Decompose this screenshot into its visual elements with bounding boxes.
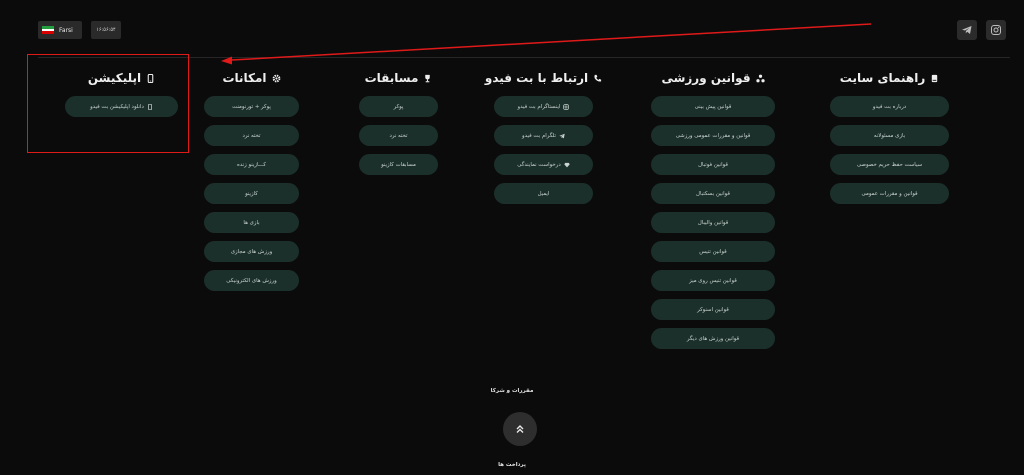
- footer-link[interactable]: بازی ها: [204, 212, 299, 233]
- column-title: قوانین ورزشی: [661, 70, 765, 86]
- instagram-link[interactable]: اینستاگرام بت فیدو: [494, 96, 593, 117]
- phone-icon: [594, 74, 602, 81]
- column-features: امکانات پوکر + تورنومنت تخته نرد کـــازی…: [204, 70, 299, 299]
- footer-link[interactable]: قوانین والیبال: [651, 212, 775, 233]
- iran-flag-icon: [42, 26, 54, 35]
- column-title: امکانات: [222, 70, 280, 86]
- column-title: مسابقات: [365, 70, 433, 86]
- footer-link[interactable]: درباره بت فیدو: [830, 96, 949, 117]
- footer-link[interactable]: پوکر: [359, 96, 438, 117]
- footer-link[interactable]: کازینو: [204, 183, 299, 204]
- footer-link[interactable]: قوانین تنیس روی میز: [651, 270, 775, 291]
- gem-icon: [564, 162, 570, 167]
- footer-link[interactable]: تخته نرد: [204, 125, 299, 146]
- instagram-button[interactable]: [986, 20, 1006, 40]
- column-site-guide: راهنمای سایت درباره بت فیدو بازی مسئولان…: [830, 70, 949, 212]
- top-bar: Farsi ۱۶:۵۶:۵۴: [0, 0, 1024, 60]
- column-title: ارتباط با بت فیدو: [485, 70, 602, 86]
- column-tournaments: مسابقات پوکر تخته نرد مسابقات کازینو: [359, 70, 438, 183]
- column-sports-rules: قوانین ورزشی قوانین پیش بینی قوانین و مق…: [651, 70, 775, 357]
- telegram-icon: [559, 133, 565, 138]
- double-chevron-up-icon: [516, 425, 524, 433]
- column-title: راهنمای سایت: [840, 70, 939, 86]
- telegram-link[interactable]: تلگرام بت فیدو: [494, 125, 593, 146]
- footer-link[interactable]: قوانین و مقررات عمومی ورزشی: [651, 125, 775, 146]
- regulations-heading: مقررات و شرکا: [490, 388, 534, 394]
- instagram-icon: [991, 25, 1001, 35]
- footer-link[interactable]: قوانین اسنوکر: [651, 299, 775, 320]
- telegram-button[interactable]: [957, 20, 977, 40]
- footer-link[interactable]: پوکر + تورنومنت: [204, 96, 299, 117]
- instagram-icon: [563, 103, 570, 110]
- footer-link[interactable]: ورزش های مجازی: [204, 241, 299, 262]
- payments-heading: پرداخت ها: [498, 462, 526, 468]
- footer-link[interactable]: تخته نرد: [359, 125, 438, 146]
- footer-link[interactable]: قوانین تنیس: [651, 241, 775, 262]
- agency-request-link[interactable]: درخواست نمایندگی: [494, 154, 593, 175]
- clock: ۱۶:۵۶:۵۴: [91, 21, 121, 39]
- book-icon: [932, 74, 938, 82]
- telegram-icon: [962, 26, 972, 34]
- email-link[interactable]: ایمیل: [494, 183, 593, 204]
- language-selector[interactable]: Farsi: [38, 21, 82, 39]
- footer-link[interactable]: مسابقات کازینو: [359, 154, 438, 175]
- footer-link[interactable]: ورزش های الکترونیکی: [204, 270, 299, 291]
- gear-icon: [272, 74, 280, 82]
- footer-link[interactable]: قوانین و مقررات عمومی: [830, 183, 949, 204]
- sitemap-icon: [755, 74, 765, 82]
- footer-link[interactable]: قوانین بسکتبال: [651, 183, 775, 204]
- annotation-highlight-box: [27, 54, 189, 153]
- footer-link[interactable]: بازی مسئولانه: [830, 125, 949, 146]
- footer-link[interactable]: قوانین فوتبال: [651, 154, 775, 175]
- footer-link[interactable]: قوانین ورزش های دیگر: [651, 328, 775, 349]
- column-contact: ارتباط با بت فیدو اینستاگرام بت فیدو تلگ…: [485, 70, 602, 212]
- footer-link[interactable]: قوانین پیش بینی: [651, 96, 775, 117]
- trophy-icon: [425, 74, 431, 82]
- footer-link[interactable]: سیاست حفظ حریم خصوصی: [830, 154, 949, 175]
- footer-link[interactable]: کـــازینو زنده: [204, 154, 299, 175]
- scroll-to-top-button[interactable]: [503, 412, 537, 446]
- language-label: Farsi: [59, 26, 73, 34]
